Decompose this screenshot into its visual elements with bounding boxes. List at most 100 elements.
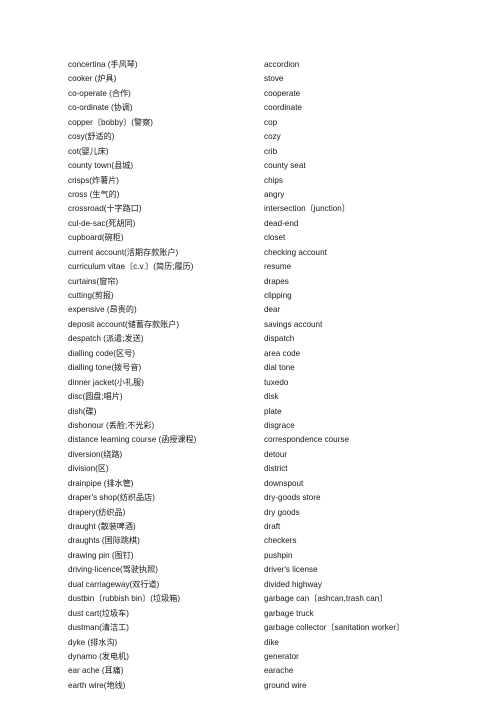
american-term: downspout: [264, 478, 304, 488]
word-entry-row: dynamo (发电机) generator: [68, 650, 488, 664]
british-term: despatch (派遣;发送): [68, 334, 144, 344]
vocabulary-list: concertina (手风琴) accordion cooker (炉具) stov…: [68, 58, 488, 693]
american-term: tuxedo: [264, 377, 289, 387]
word-entry-row: crossroad(十字路口) intersection〔junction〕: [68, 202, 488, 216]
american-term: cooperate: [264, 88, 301, 98]
british-term: co-operate (合作): [68, 88, 131, 98]
british-term: cot(婴儿床): [68, 146, 109, 156]
document-page: concertina (手风琴) accordion cooker (炉具) stov…: [0, 0, 500, 707]
word-entry-row: driving-licence(驾驶执照) driver's license: [68, 563, 488, 577]
british-term: dyke (排水沟): [68, 637, 118, 647]
american-term: checkers: [264, 536, 297, 546]
american-term: checking account: [264, 247, 327, 257]
word-entry-row: despatch (派遣;发送) dispatch: [68, 332, 488, 346]
british-term: dustman(清洁工): [68, 623, 129, 633]
british-term: concertina (手风琴): [68, 60, 138, 69]
american-term: area code: [264, 348, 301, 358]
word-entry-row: copper〔bobby〕(警察) cop: [68, 116, 488, 130]
american-term: garbage can〔ashcan,trash can〕: [264, 594, 388, 604]
word-entry-row: dishonour (丢脸;不光彩) disgrace: [68, 419, 488, 433]
british-term: county town(县城): [68, 161, 134, 171]
american-term: pushpin: [264, 550, 293, 560]
word-entry-row: deposit account(储蓄存款账户) savings account: [68, 318, 488, 332]
american-term: divided highway: [264, 579, 322, 589]
british-term: dish(碟): [68, 406, 97, 416]
british-term: curriculum vitae〔c.v.〕(简历;履历): [68, 262, 194, 272]
british-term: diversion(绕路): [68, 449, 123, 459]
word-entry-row: dust cart(垃圾车) garbage truck: [68, 607, 488, 621]
american-term: earache: [264, 666, 294, 676]
american-term: dead-end: [264, 218, 299, 228]
british-term: dialling code(区号): [68, 348, 135, 358]
word-entry-row: co-operate (合作) cooperate: [68, 87, 488, 101]
british-term: disc(圆盘;唱片): [68, 392, 123, 402]
word-entry-row: cupboard(碗柜) closet: [68, 231, 488, 245]
american-term: stove: [264, 74, 284, 84]
british-term: dual carriageway(双行道): [68, 579, 160, 589]
word-entry-row: draper's shop(纺织品店) dry-goods store: [68, 491, 488, 505]
american-term: draft: [264, 522, 281, 531]
american-term: resume: [264, 262, 292, 272]
word-entry-row: draught (散装啤酒) draft: [68, 520, 488, 534]
american-term: dear: [264, 305, 281, 315]
word-entry-row: expensive (昂贵的) dear: [68, 303, 488, 317]
british-term: dust cart(垃圾车): [68, 608, 129, 618]
word-entry-row: cosy(舒适的) cozy: [68, 130, 488, 144]
american-term: savings account: [264, 319, 323, 329]
word-entry-row: curriculum vitae〔c.v.〕(简历;履历) resume: [68, 260, 488, 274]
american-term: dial tone: [264, 363, 295, 373]
american-term: county seat: [264, 161, 306, 171]
word-entry-row: draughts (国际跳棋) checkers: [68, 534, 488, 548]
british-term: drapery(纺织品): [68, 507, 126, 517]
british-term: ear ache (耳痛): [68, 666, 124, 676]
british-term: distance learning course (函授课程): [68, 435, 197, 445]
word-entry-row: cooker (炉具) stove: [68, 72, 488, 86]
word-entry-row: co-ordinate (协调) coordinate: [68, 101, 488, 115]
british-term: crossroad(十字路口): [68, 204, 142, 214]
british-term: draughts (国际跳棋): [68, 536, 140, 546]
word-entry-row: cot(婴儿床) crib: [68, 145, 488, 159]
british-term: copper〔bobby〕(警察): [68, 117, 153, 127]
british-term: dustbin〔rubbish bin〕(垃圾箱): [68, 594, 181, 604]
british-term: cosy(舒适的): [68, 132, 115, 142]
word-entry-row: dish(碟) plate: [68, 405, 488, 419]
word-entry-row: cross (生气的) angry: [68, 188, 488, 202]
british-term: dinner jacket(小礼服): [68, 377, 144, 387]
american-term: intersection〔junction〕: [264, 204, 350, 214]
american-term: closet: [264, 233, 286, 243]
word-entry-row: division(区) district: [68, 462, 488, 476]
word-entry-row: concertina (手风琴) accordion: [68, 58, 488, 72]
british-term: curtains(窗帘): [68, 276, 119, 286]
american-term: chips: [264, 175, 283, 185]
american-term: ground wire: [264, 680, 307, 690]
american-term: accordion: [264, 60, 300, 69]
word-entry-row: drawing pin (图钉) pushpin: [68, 549, 488, 563]
american-term: cop: [264, 117, 278, 127]
american-term: generator: [264, 651, 299, 661]
american-term: angry: [264, 189, 285, 199]
british-term: cul-de-sac(死胡同): [68, 218, 136, 228]
word-entry-row: dinner jacket(小礼服) tuxedo: [68, 376, 488, 390]
british-term: cooker (炉具): [68, 74, 117, 84]
british-term: drainpipe (排水管): [68, 478, 134, 488]
word-entry-row: county town(县城) county seat: [68, 159, 488, 173]
word-entry-row: drainpipe (排水管) downspout: [68, 477, 488, 491]
british-term: co-ordinate (协调): [68, 103, 133, 113]
american-term: dike: [264, 637, 279, 647]
word-entry-row: dustman(清洁工) garbage collector〔sanitation…: [68, 621, 488, 635]
british-term: dialling tone(拨号音): [68, 363, 142, 373]
american-term: garbage truck: [264, 608, 314, 618]
american-term: disgrace: [264, 420, 295, 430]
word-entry-row: distance learning course (函授课程) correspon…: [68, 433, 488, 447]
british-term: deposit account(储蓄存款账户): [68, 319, 180, 329]
word-entry-row: dialling code(区号) area code: [68, 347, 488, 361]
word-entry-row: dyke (排水沟) dike: [68, 636, 488, 650]
american-term: disk: [264, 392, 279, 402]
word-entry-row: diversion(绕路) detour: [68, 448, 488, 462]
word-entry-row: disc(圆盘;唱片) disk: [68, 390, 488, 404]
word-entry-row: drapery(纺织品) dry goods: [68, 506, 488, 520]
british-term: dynamo (发电机): [68, 651, 129, 661]
word-entry-row: current account(活期存款账户) checking account: [68, 246, 488, 260]
american-term: detour: [264, 449, 288, 459]
american-term: plate: [264, 406, 282, 416]
